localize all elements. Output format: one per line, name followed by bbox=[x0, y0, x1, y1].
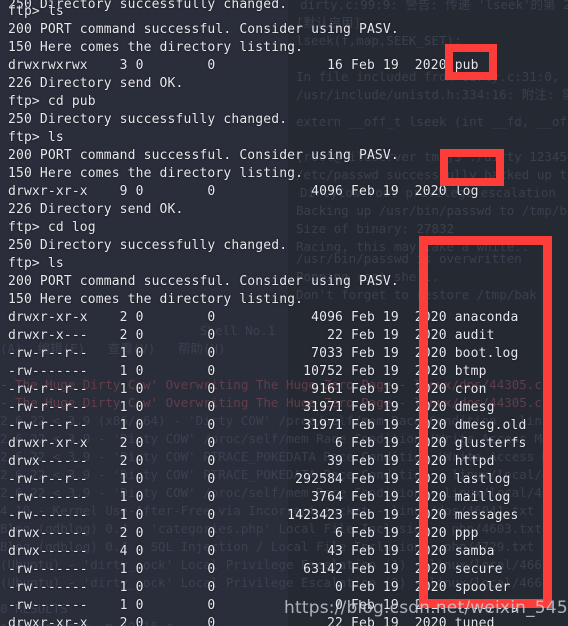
terminal-line: 200 PORT command successful. Consider us… bbox=[8, 22, 399, 37]
terminal-line: drwx------ 2 0 0 6 Feb 19 2020 ppp bbox=[8, 526, 479, 541]
terminal-line: ftp> cd log bbox=[8, 220, 96, 235]
terminal-line: -rw-r--r-- 1 0 0 9161 Feb 19 2020 cron bbox=[8, 382, 487, 397]
terminal-line: 200 PORT command successful. Consider us… bbox=[8, 148, 399, 163]
terminal-line: 226 Directory send OK. bbox=[8, 202, 184, 217]
terminal-screenshot: dirty.c:99:9: 警告: 传递 'lseek'的第 2 个参数[默认启… bbox=[0, 0, 568, 626]
terminal-line: 226 Directory send OK. bbox=[8, 76, 184, 91]
annotation-box-pub bbox=[445, 44, 497, 80]
terminal-line: ftp> ls bbox=[8, 130, 64, 145]
terminal-line: 200 PORT command successful. Consider us… bbox=[8, 274, 399, 289]
terminal-line: ftp> cd pub bbox=[8, 94, 96, 109]
terminal-line: ftp> ls bbox=[8, 256, 64, 271]
terminal-line: drwxrwxrwx 3 0 0 16 Feb 19 2020 pub bbox=[8, 58, 479, 73]
terminal-line: 250 Directory successfully changed. bbox=[8, 112, 288, 127]
watermark-text: https://blog.csdn.net/weixin_54515836 bbox=[284, 598, 568, 618]
annotation-box-filename-column bbox=[419, 236, 552, 608]
terminal-line: -rw------- 1 0 0 10752 Feb 19 2020 btmp bbox=[8, 364, 487, 379]
terminal-line: 150 Here comes the directory listing. bbox=[8, 40, 304, 55]
terminal-line: ftp> ls bbox=[8, 4, 64, 19]
terminal-line: 150 Here comes the directory listing. bbox=[8, 292, 304, 307]
terminal-line: 150 Here comes the directory listing. bbox=[8, 166, 304, 181]
terminal-line: drwxr-xr-x 9 0 0 4096 Feb 19 2020 log bbox=[8, 184, 479, 199]
terminal-line: 250 Directory successfully changed. bbox=[8, 238, 288, 253]
annotation-box-log bbox=[440, 149, 504, 186]
